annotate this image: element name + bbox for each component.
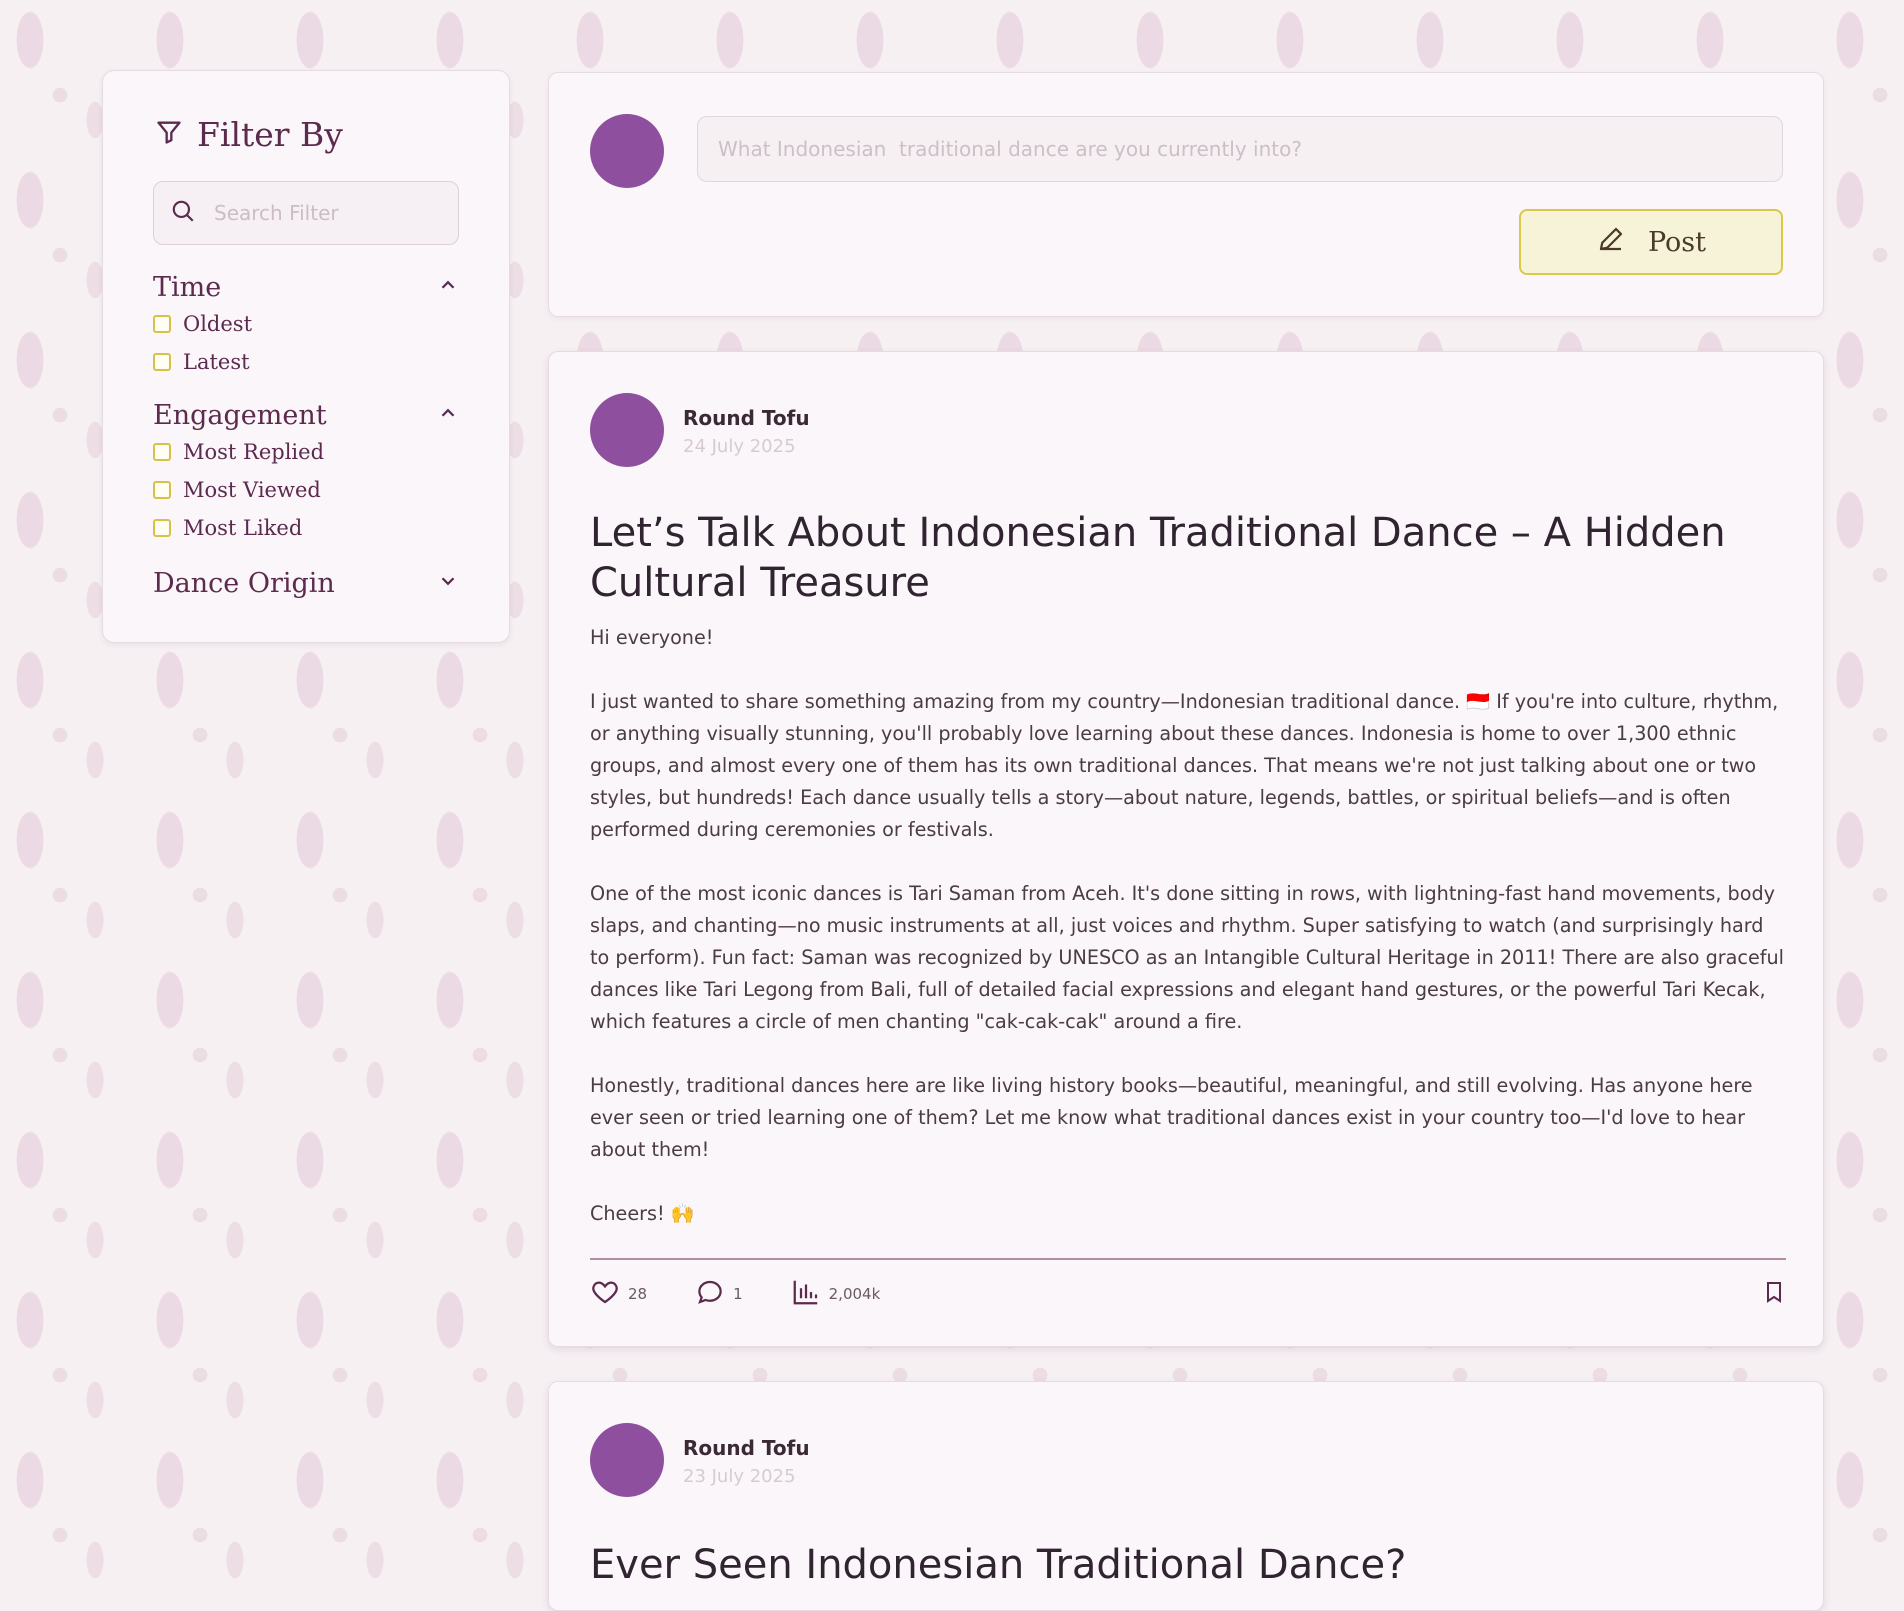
filter-title-label: Filter By bbox=[197, 115, 343, 154]
reply-count: 1 bbox=[733, 1285, 743, 1303]
view-count: 2,004k bbox=[828, 1285, 881, 1303]
checkbox[interactable] bbox=[153, 443, 171, 461]
post-paragraph: Honestly, traditional dances here are li… bbox=[590, 1074, 1753, 1161]
bookmark-button[interactable] bbox=[1762, 1279, 1786, 1309]
post-title[interactable]: Let’s Talk About Indonesian Traditional … bbox=[590, 508, 1790, 608]
filter-section-dance-origin-header[interactable]: Dance Origin bbox=[153, 565, 459, 601]
chevron-down-icon[interactable] bbox=[437, 568, 459, 599]
section-label: Time bbox=[153, 271, 222, 303]
option-label: Most Liked bbox=[183, 516, 303, 540]
post-actions: 28 1 2,004k bbox=[590, 1274, 1786, 1314]
views-indicator: 2,004k bbox=[791, 1277, 881, 1311]
filter-section-time: Time Oldest Latest bbox=[153, 269, 459, 381]
post-divider bbox=[590, 1258, 1786, 1260]
post-paragraph: One of the most iconic dances is Tari Sa… bbox=[590, 882, 1784, 1033]
post-button-label: Post bbox=[1647, 226, 1707, 258]
filter-icon bbox=[155, 115, 183, 154]
heart-icon bbox=[590, 1277, 620, 1311]
option-label: Most Viewed bbox=[183, 478, 321, 502]
post-title[interactable]: Ever Seen Indonesian Traditional Dance? bbox=[590, 1540, 1790, 1590]
filter-option-latest[interactable]: Latest bbox=[153, 343, 459, 381]
filter-option-most-replied[interactable]: Most Replied bbox=[153, 433, 459, 471]
post-card: Round Tofu 24 July 2025 Let’s Talk About… bbox=[548, 351, 1824, 1347]
reply-button[interactable]: 1 bbox=[695, 1277, 743, 1311]
post-author[interactable]: Round Tofu bbox=[683, 406, 810, 430]
section-label: Dance Origin bbox=[153, 567, 335, 599]
search-icon bbox=[170, 198, 196, 228]
filter-section-time-header[interactable]: Time bbox=[153, 269, 459, 305]
filter-section-dance-origin: Dance Origin bbox=[153, 565, 459, 601]
bookmark-icon bbox=[1762, 1282, 1786, 1309]
filter-search-input[interactable] bbox=[212, 200, 416, 226]
option-label: Latest bbox=[183, 350, 250, 374]
checkbox[interactable] bbox=[153, 481, 171, 499]
filter-sidebar: Filter By Time Oldest Latest Engagement … bbox=[102, 70, 510, 643]
like-count: 28 bbox=[628, 1285, 648, 1303]
checkbox[interactable] bbox=[153, 315, 171, 333]
filter-title: Filter By bbox=[155, 115, 343, 154]
comment-icon bbox=[695, 1277, 725, 1311]
option-label: Oldest bbox=[183, 312, 253, 336]
post-composer: Post bbox=[548, 72, 1824, 317]
chevron-up-icon[interactable] bbox=[437, 400, 459, 431]
post-body: Hi everyone! I just wanted to share some… bbox=[590, 622, 1786, 1262]
filter-section-engagement-header[interactable]: Engagement bbox=[153, 397, 459, 433]
post-date: 23 July 2025 bbox=[683, 1466, 796, 1487]
avatar[interactable] bbox=[590, 393, 664, 467]
option-label: Most Replied bbox=[183, 440, 325, 464]
avatar[interactable] bbox=[590, 1423, 664, 1497]
filter-section-engagement: Engagement Most Replied Most Viewed Most… bbox=[153, 397, 459, 547]
bar-chart-icon bbox=[791, 1277, 821, 1311]
chevron-up-icon[interactable] bbox=[437, 272, 459, 303]
post-paragraph: Hi everyone! bbox=[590, 626, 714, 649]
checkbox[interactable] bbox=[153, 519, 171, 537]
composer-input[interactable] bbox=[697, 116, 1783, 182]
checkbox[interactable] bbox=[153, 353, 171, 371]
section-label: Engagement bbox=[153, 399, 327, 431]
filter-option-most-liked[interactable]: Most Liked bbox=[153, 509, 459, 547]
filter-search-box[interactable] bbox=[153, 181, 459, 245]
post-author[interactable]: Round Tofu bbox=[683, 1436, 810, 1460]
filter-option-most-viewed[interactable]: Most Viewed bbox=[153, 471, 459, 509]
filter-option-oldest[interactable]: Oldest bbox=[153, 305, 459, 343]
post-date: 24 July 2025 bbox=[683, 436, 796, 457]
post-button[interactable]: Post bbox=[1519, 209, 1783, 275]
post-card: Round Tofu 23 July 2025 Ever Seen Indone… bbox=[548, 1381, 1824, 1611]
like-button[interactable]: 28 bbox=[590, 1277, 647, 1311]
pencil-icon bbox=[1596, 224, 1626, 261]
avatar bbox=[590, 114, 664, 188]
post-paragraph: I just wanted to share something amazing… bbox=[590, 690, 1779, 841]
post-paragraph: Cheers! 🙌 bbox=[590, 1202, 695, 1225]
